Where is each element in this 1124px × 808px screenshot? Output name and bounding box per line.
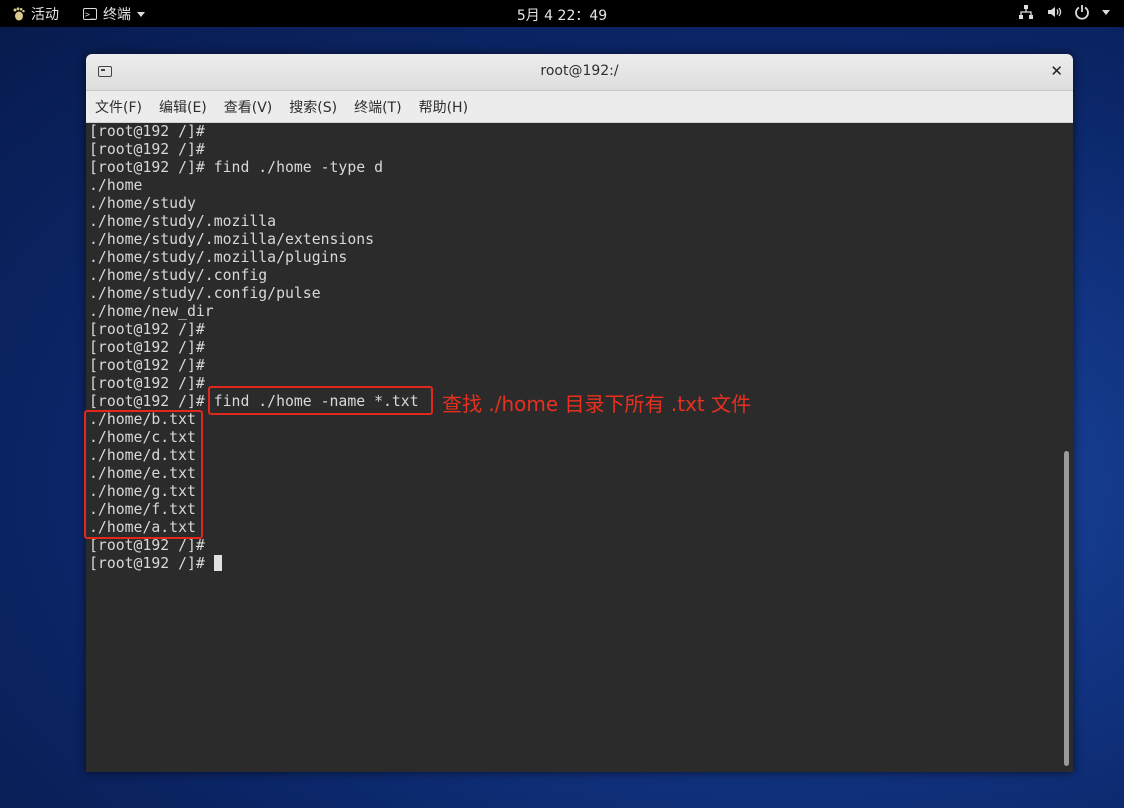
activities-button[interactable]: 活动 bbox=[12, 4, 59, 24]
top-bar: 活动 >_ 终端 5月 4 22：49 bbox=[0, 0, 1124, 27]
annotation-box-command bbox=[208, 386, 433, 415]
volume-icon bbox=[1048, 7, 1062, 17]
system-tray[interactable] bbox=[1018, 4, 1110, 20]
menu-view[interactable]: 查看(V) bbox=[216, 97, 281, 117]
activities-label: 活动 bbox=[31, 7, 59, 23]
annotation-text: 查找 ./home 目录下所有 .txt 文件 bbox=[442, 392, 752, 416]
terminal-line: ./home/study/.mozilla bbox=[89, 213, 277, 230]
menu-file[interactable]: 文件(F) bbox=[87, 97, 150, 117]
scrollbar-thumb[interactable] bbox=[1064, 451, 1069, 766]
app-menu[interactable]: >_ 终端 bbox=[83, 4, 145, 24]
terminal-line: [root@192 /]# bbox=[89, 339, 205, 356]
terminal-scrollbar[interactable] bbox=[1061, 123, 1073, 772]
menu-bar: 文件(F) 编辑(E) 查看(V) 搜索(S) 终端(T) 帮助(H) bbox=[86, 91, 1073, 123]
terminal-icon[interactable] bbox=[98, 66, 112, 77]
terminal-line: [root@192 /]# bbox=[89, 321, 205, 338]
menu-edit[interactable]: 编辑(E) bbox=[151, 97, 215, 117]
terminal-line: [root@192 /]# bbox=[89, 537, 205, 554]
terminal-line: ./home/study/.mozilla/plugins bbox=[89, 249, 348, 266]
menu-terminal[interactable]: 终端(T) bbox=[346, 97, 409, 117]
terminal-line: ./home/study bbox=[89, 195, 196, 212]
gnome-foot-icon bbox=[13, 7, 25, 21]
terminal-prompt: [root@192 /]# bbox=[89, 555, 214, 572]
annotation-box-results bbox=[84, 410, 203, 539]
menu-help[interactable]: 帮助(H) bbox=[411, 97, 476, 117]
terminal-output[interactable]: [root@192 /]# [root@192 /]# [root@192 /]… bbox=[86, 123, 1061, 772]
menu-search[interactable]: 搜索(S) bbox=[281, 97, 345, 117]
terminal-line: ./home/study/.config/pulse bbox=[89, 285, 321, 302]
terminal-line: [root@192 /]# bbox=[89, 123, 205, 140]
text-cursor bbox=[213, 555, 222, 571]
terminal-line: ./home/study/.mozilla/extensions bbox=[89, 231, 375, 248]
terminal-icon: >_ bbox=[83, 8, 97, 20]
terminal-line: ./home/study/.config bbox=[89, 267, 268, 284]
window-title: root@192:/ bbox=[540, 63, 619, 79]
chevron-down-icon bbox=[137, 11, 145, 17]
terminal-line: [root@192 /]# find ./home -type d bbox=[89, 159, 383, 176]
terminal-prompt-line[interactable]: [root@192 /]# bbox=[89, 555, 419, 573]
terminal-line: [root@192 /]# bbox=[89, 357, 205, 374]
title-bar[interactable]: root@192:/ ✕ bbox=[86, 54, 1073, 91]
app-menu-label: 终端 bbox=[103, 7, 131, 23]
terminal-line: ./home bbox=[89, 177, 143, 194]
chevron-down-icon bbox=[1102, 9, 1110, 15]
terminal-line: [root@192 /]# bbox=[89, 141, 205, 158]
clock[interactable]: 5月 4 22：49 bbox=[517, 8, 607, 24]
close-button[interactable]: ✕ bbox=[1050, 62, 1063, 80]
network-icon bbox=[1019, 5, 1033, 19]
terminal-line: ./home/new_dir bbox=[89, 303, 214, 320]
power-icon bbox=[1075, 5, 1089, 20]
